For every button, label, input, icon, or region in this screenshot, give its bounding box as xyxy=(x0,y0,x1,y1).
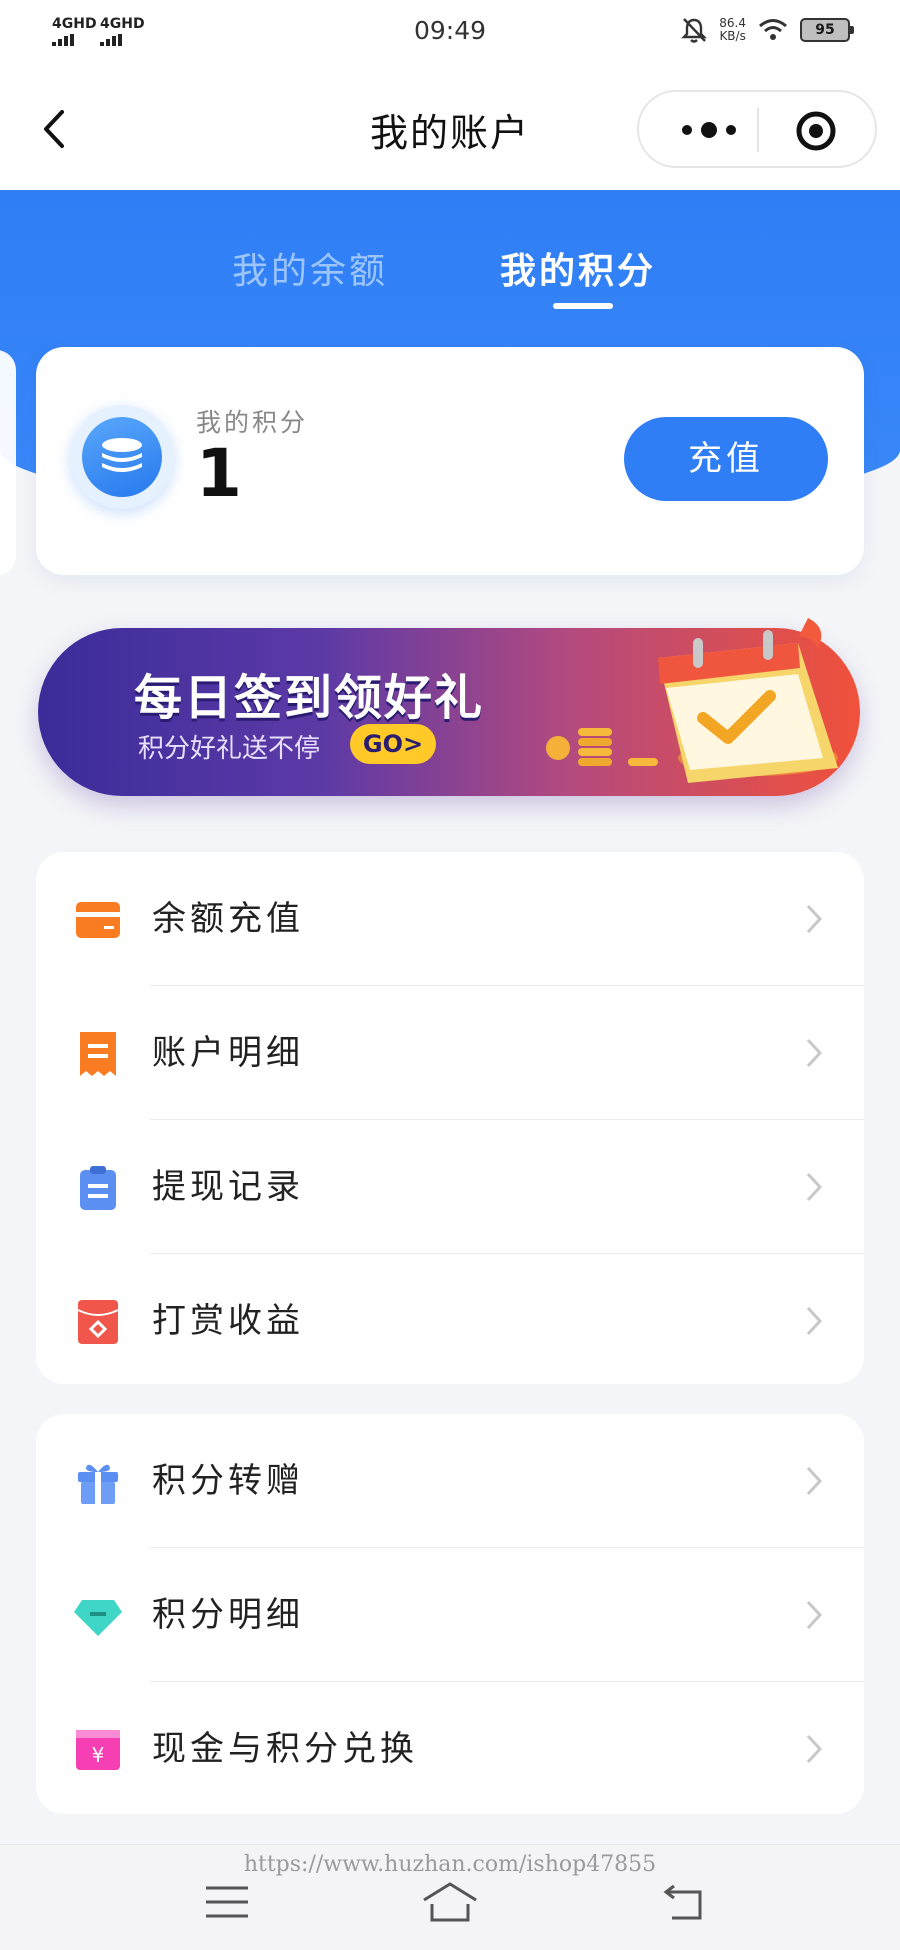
menu-label: 账户明细 xyxy=(152,1033,304,1073)
coins-stack-icon xyxy=(70,405,174,509)
menu-label: 积分转赠 xyxy=(152,1461,304,1501)
points-label: 我的积分 xyxy=(196,408,309,437)
menu-item-points-transfer[interactable]: 积分转赠 xyxy=(36,1414,864,1548)
net-speed: 86.4 KB/s xyxy=(719,17,746,43)
clipboard-icon xyxy=(80,1166,116,1210)
menu-label: 现金与积分兑换 xyxy=(152,1729,418,1769)
menu-item-points-details[interactable]: 积分明细 xyxy=(36,1548,864,1682)
mini-program-capsule xyxy=(637,90,877,168)
tab-active-indicator xyxy=(553,303,613,309)
menu-label: 积分明细 xyxy=(152,1595,304,1635)
receipt-icon xyxy=(80,1032,116,1076)
account-menu-group: 余额充值 账户明细 提现记录 打赏收益 xyxy=(36,852,864,1384)
banner-title: 每日签到领好礼 xyxy=(134,670,485,726)
red-envelope-icon xyxy=(77,1300,119,1344)
more-dots-icon[interactable] xyxy=(673,112,753,148)
recharge-button[interactable]: 充值 xyxy=(624,417,828,501)
menu-item-account-details[interactable]: 账户明细 xyxy=(36,986,864,1120)
adjacent-card-peek xyxy=(0,350,16,576)
net-speed-unit: KB/s xyxy=(719,29,746,43)
tab-balance[interactable]: 我的余额 xyxy=(232,242,388,294)
diamond-icon xyxy=(74,1600,122,1636)
menu-lines-icon[interactable] xyxy=(202,1880,252,1924)
status-right-group: 86.4 KB/s 95 xyxy=(681,16,854,44)
calendar-check-icon xyxy=(546,618,838,783)
back-return-icon[interactable] xyxy=(660,1880,710,1924)
battery-icon: 95 xyxy=(800,18,854,42)
yen-icon: ¥ xyxy=(76,1730,120,1770)
points-value: 1 xyxy=(196,435,242,512)
chevron-right-icon xyxy=(806,1306,823,1336)
points-menu-group: 积分转赠 积分明细 ¥ 现金与积分兑换 xyxy=(36,1414,864,1814)
menu-label: 打赏收益 xyxy=(152,1301,304,1341)
bell-muted-icon xyxy=(681,18,708,43)
tab-points[interactable]: 我的积分 xyxy=(500,242,656,294)
close-target-icon[interactable] xyxy=(795,110,837,152)
capsule-divider xyxy=(757,108,759,152)
menu-item-cash-points-exchange[interactable]: ¥ 现金与积分兑换 xyxy=(36,1682,864,1816)
menu-item-tip-income[interactable]: 打赏收益 xyxy=(36,1254,864,1388)
wifi-icon xyxy=(759,19,787,40)
card-icon xyxy=(76,902,120,938)
chevron-right-icon xyxy=(806,1466,823,1496)
watermark-url: https://www.huzhan.com/ishop47855 xyxy=(243,1852,657,1877)
chevron-right-icon xyxy=(806,1734,823,1764)
chevron-right-icon xyxy=(806,1038,823,1068)
menu-item-withdraw-records[interactable]: 提现记录 xyxy=(36,1120,864,1254)
chevron-right-icon xyxy=(806,904,823,934)
banner-subtitle: 积分好礼送不停 xyxy=(138,734,321,764)
points-card: 我的积分 1 充值 xyxy=(36,347,864,575)
menu-label: 提现记录 xyxy=(152,1167,304,1207)
status-bar: 4GHD 4GHD 09:49 86.4 KB/s 95 xyxy=(0,0,900,66)
chevron-right-icon xyxy=(806,1600,823,1630)
home-icon[interactable] xyxy=(420,1880,480,1924)
chevron-right-icon xyxy=(806,1172,823,1202)
gift-icon xyxy=(78,1464,118,1504)
menu-label: 余额充值 xyxy=(152,899,304,939)
daily-signin-banner[interactable]: 每日签到领好礼 积分好礼送不停 GO> xyxy=(38,618,860,796)
menu-item-balance-recharge[interactable]: 余额充值 xyxy=(36,852,864,986)
nav-bar: 我的账户 xyxy=(0,66,900,190)
banner-go-button[interactable]: GO> xyxy=(350,724,436,764)
svg-text:¥: ¥ xyxy=(92,1743,105,1767)
